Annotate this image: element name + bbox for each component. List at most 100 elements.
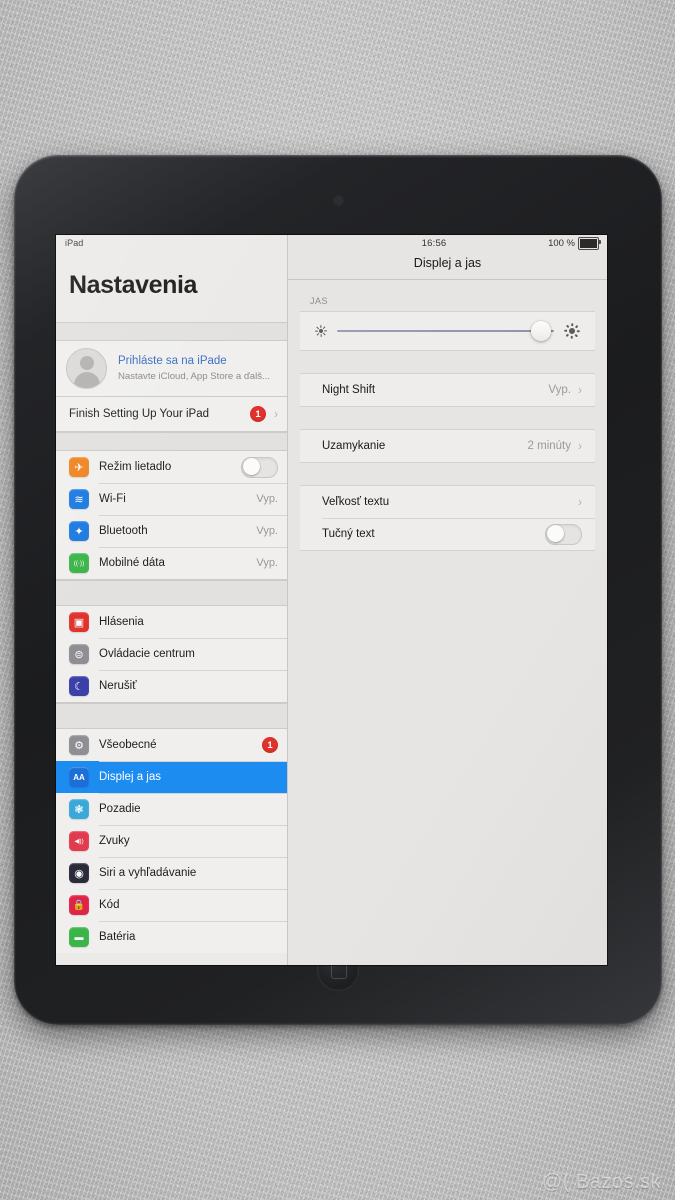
siri-search-icon: ◉ [69,863,89,883]
sun-large-icon [562,321,582,341]
chevron-right-icon: › [578,495,582,509]
night-shift-card: Night Shift Vyp. › [300,373,595,407]
sidebar-item-bluetooth[interactable]: ✦ Bluetooth Vyp. [56,515,287,547]
sidebar-item-label: Ovládacie centrum [99,648,195,660]
detail-row-bold-text[interactable]: Tučný text [300,518,595,550]
sun-small-icon [313,323,329,339]
account-subtitle: Nastavte iCloud, App Store a ďalš... [118,370,271,382]
airplane-icon: ✈ [69,457,89,477]
sidebar-item-label: Bluetooth [99,525,148,537]
sidebar-item-label: Wi-Fi [99,493,126,505]
sidebar-item-label: Kód [99,899,120,911]
sidebar-item-label: Pozadie [99,803,141,815]
settings-sidebar: iPad Nastavenia Prihláste sa na iPade Na… [56,235,288,965]
sidebar-item-ovladacie-centrum[interactable]: ⊜ Ovládacie centrum [56,638,287,670]
sidebar-divider [56,322,287,341]
detail-row-text-size[interactable]: Veľkosť textu › [300,486,595,518]
general-gear-icon: ⚙ [69,735,89,755]
brightness-slider[interactable] [337,321,555,341]
row-value: 2 minúty [527,440,571,452]
sidebar-divider [56,703,287,729]
chevron-right-icon: › [274,407,278,421]
sidebar-item-label: Zvuky [99,835,130,847]
sidebar-item-displej-a-jas[interactable]: AA Displej a jas [56,761,287,793]
detail-title: Displej a jas [288,251,607,280]
chevron-right-icon: › [578,439,582,453]
wallpaper-icon: ❃ [69,799,89,819]
sidebar-item-rezim-lietadlo[interactable]: ✈ Režim lietadlo [56,451,287,483]
sidebar-item-label: Mobilné dáta [99,557,165,569]
brightness-slider-row [300,312,595,350]
ipad-screen: iPad Nastavenia Prihláste sa na iPade Na… [56,235,607,965]
ipad-device: iPad Nastavenia Prihláste sa na iPade Na… [14,155,662,1025]
status-badge: 1 [262,737,278,753]
detail-pane: 16:56 100 % Displej a jas JAS Night Shif… [288,235,607,965]
detail-row-night-shift[interactable]: Night Shift Vyp. › [300,374,595,406]
sidebar-item-finish-setup[interactable]: Finish Setting Up Your iPad 1 › [56,397,287,432]
chevron-right-icon: › [578,383,582,397]
row-label: Night Shift [322,384,376,396]
wifi-icon: ≋ [69,489,89,509]
finish-setup-label: Finish Setting Up Your iPad [69,408,210,420]
sidebar-item-label: Všeobecné [99,739,157,751]
front-camera-icon [334,197,342,204]
status-battery: 100 % [548,236,601,250]
sidebar-item-label: Hlásenia [99,616,144,628]
brightness-slider-thumb[interactable] [531,321,552,341]
sidebar-item-wi-fi[interactable]: ≋ Wi-Fi Vyp. [56,483,287,515]
sidebar-group-notifications: ▣ Hlásenia ⊜ Ovládacie centrum ☾ Nerušiť [56,606,287,703]
display-brightness-icon: AA [69,767,89,787]
battery-icon: ▬ [69,927,89,947]
sidebar-item-siri-a-vyhladavanie[interactable]: ◉ Siri a vyhľadávanie [56,857,287,889]
status-bar: 16:56 100 % [288,235,607,251]
sidebar-item-label: Nerušiť [99,680,137,692]
auto-lock-card: Uzamykanie 2 minúty › [300,429,595,463]
sidebar-item-pozadie[interactable]: ❃ Pozadie [56,793,287,825]
detail-row-auto-lock[interactable]: Uzamykanie 2 minúty › [300,430,595,462]
notifications-icon: ▣ [69,612,89,632]
control-center-icon: ⊜ [69,644,89,664]
row-label: Tučný text [322,528,375,540]
sidebar-item-vseobecne[interactable]: ⚙ Všeobecné 1 [56,729,287,761]
row-label: Uzamykanie [322,440,386,452]
sidebar-item-mobilne-data[interactable]: ((∙)) Mobilné dáta Vyp. [56,547,287,580]
sidebar-item-label: Displej a jas [99,771,161,783]
bold-text-toggle[interactable] [545,523,582,545]
passcode-lock-icon: 🔒 [69,895,89,915]
status-device-label: iPad [65,238,84,248]
sidebar-item-kod[interactable]: 🔒 Kód [56,889,287,921]
battery-percent-label: 100 % [548,237,575,249]
sidebar-item-label: Siri a vyhľadávanie [99,867,197,879]
sidebar-group-system: ⚙ Všeobecné 1 AA Displej a jas ❃ Pozadie ◀)) Zvu… [56,729,287,953]
sidebar-item-apple-account[interactable]: Prihláste sa na iPade Nastavte iCloud, A… [56,341,287,397]
sidebar-item-value: Vyp. [256,557,278,569]
do-not-disturb-icon: ☾ [69,676,89,696]
account-title: Prihláste sa na iPade [118,354,227,367]
rezim-lietadlo-toggle[interactable] [241,456,278,478]
page-title: Nastavenia [69,271,198,299]
sidebar-item-label: Batéria [99,931,136,943]
brightness-group-label: JAS [310,296,329,306]
cellular-data-icon: ((∙)) [69,553,89,573]
row-label: Veľkosť textu [322,496,390,508]
sounds-icon: ◀)) [69,831,89,851]
sidebar-item-value: Vyp. [256,525,278,537]
sidebar-divider [56,432,287,451]
avatar [66,348,107,389]
text-card: Veľkosť textu › Tučný text [300,485,595,551]
sidebar-item-zvuky[interactable]: ◀)) Zvuky [56,825,287,857]
watermark: @( Bazos.sk [541,1171,661,1193]
bluetooth-icon: ✦ [69,521,89,541]
sidebar-item-hlasenia[interactable]: ▣ Hlásenia [56,606,287,638]
sidebar-item-bateria[interactable]: ▬ Batéria [56,921,287,953]
sidebar-group-connectivity: ✈ Režim lietadlo ≋ Wi-Fi Vyp. ✦ Bluetooth Vyp.(… [56,451,287,580]
battery-full-icon [578,236,601,250]
status-time: 16:56 [421,237,447,249]
status-badge: 1 [250,406,266,422]
sidebar-item-nerusit[interactable]: ☾ Nerušiť [56,670,287,703]
sidebar-divider [56,580,287,606]
row-value: Vyp. [548,384,571,396]
